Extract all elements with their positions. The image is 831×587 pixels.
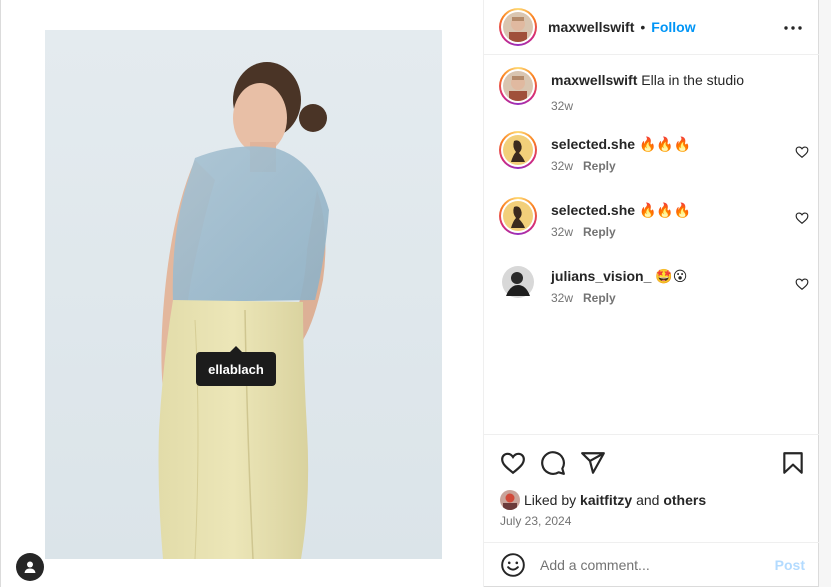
caption-avatar[interactable] bbox=[499, 67, 537, 105]
post-comment-button[interactable]: Post bbox=[775, 557, 805, 573]
comment-item: julians_vision_ 🤩😮 32w Reply bbox=[499, 263, 809, 305]
liker-avatar-image bbox=[500, 490, 520, 510]
post-actions: Liked by kaitfitzy and others July 23, 2… bbox=[484, 434, 821, 542]
user-icon bbox=[24, 561, 36, 573]
comment-text: 🤩😮 bbox=[655, 268, 688, 284]
photo-user-tag[interactable]: ellablach bbox=[196, 346, 276, 386]
comment-avatar[interactable] bbox=[499, 197, 537, 235]
comment-age: 32w bbox=[551, 159, 574, 173]
author-avatar[interactable] bbox=[499, 8, 537, 46]
comment-age: 32w bbox=[551, 225, 574, 239]
caption-username[interactable]: maxwellswift bbox=[551, 72, 637, 88]
comment-avatar-image bbox=[503, 135, 533, 165]
post-dialog: ellablach maxwellswift • Follow maxwells… bbox=[0, 0, 821, 587]
liker-username[interactable]: kaitfitzy bbox=[580, 492, 632, 508]
comment-username[interactable]: selected.she bbox=[551, 136, 635, 152]
comment-username[interactable]: selected.she bbox=[551, 202, 635, 218]
comment-composer: Add a comment... Post bbox=[484, 542, 821, 587]
header-separator: • bbox=[640, 19, 646, 35]
bookmark-icon[interactable] bbox=[780, 450, 806, 476]
more-horizontal-icon bbox=[784, 26, 802, 30]
author-avatar-image bbox=[503, 12, 533, 42]
heart-icon[interactable] bbox=[795, 277, 809, 291]
photo-user-tag-label: ellablach bbox=[208, 361, 264, 377]
send-icon[interactable] bbox=[580, 450, 606, 476]
likes-summary: Liked by kaitfitzy and others bbox=[500, 490, 706, 510]
media-panel: ellablach bbox=[1, 0, 483, 587]
caption-body: Ella in the studio bbox=[641, 72, 744, 88]
comment-item: selected.she 🔥🔥🔥 32w Reply bbox=[499, 197, 809, 239]
post-photo[interactable] bbox=[45, 30, 442, 559]
caption-age: 32w bbox=[551, 99, 574, 113]
more-options-button[interactable] bbox=[783, 18, 803, 38]
heart-icon[interactable] bbox=[795, 145, 809, 159]
caption: maxwellswift Ella in the studio 32w bbox=[499, 67, 809, 113]
reply-button[interactable]: Reply bbox=[583, 291, 616, 305]
user-tags-button[interactable] bbox=[16, 553, 44, 581]
comment-item: selected.she 🔥🔥🔥 32w Reply bbox=[499, 131, 809, 173]
comment-avatar[interactable] bbox=[499, 131, 537, 169]
likes-others[interactable]: others bbox=[663, 492, 706, 508]
emoji-icon[interactable] bbox=[500, 552, 526, 578]
caption-text: maxwellswift Ella in the studio bbox=[551, 67, 744, 89]
side-panel: maxwellswift • Follow maxwellswift Ella … bbox=[483, 0, 821, 587]
comment-avatar-image bbox=[502, 266, 534, 298]
photo-illustration bbox=[45, 30, 442, 559]
comment-avatar[interactable] bbox=[499, 263, 537, 301]
comment-text: 🔥🔥🔥 bbox=[638, 202, 692, 218]
follow-button[interactable]: Follow bbox=[651, 19, 695, 35]
likes-and: and bbox=[636, 492, 660, 508]
comment-text: 🔥🔥🔥 bbox=[638, 136, 692, 152]
comments-list: maxwellswift Ella in the studio 32w sele… bbox=[484, 56, 821, 434]
comment-bubble-icon[interactable] bbox=[540, 450, 566, 476]
post-header: maxwellswift • Follow bbox=[484, 0, 821, 55]
post-date[interactable]: July 23, 2024 bbox=[500, 514, 571, 528]
author-username[interactable]: maxwellswift bbox=[548, 19, 634, 35]
heart-icon[interactable] bbox=[500, 450, 526, 476]
scrollbar[interactable] bbox=[819, 0, 831, 587]
caption-avatar-image bbox=[503, 71, 533, 101]
heart-icon[interactable] bbox=[795, 211, 809, 225]
comment-age: 32w bbox=[551, 291, 574, 305]
likes-prefix: Liked by bbox=[524, 492, 577, 508]
liker-avatar[interactable] bbox=[500, 490, 520, 510]
comment-input[interactable]: Add a comment... bbox=[540, 557, 775, 573]
comment-username[interactable]: julians_vision_ bbox=[551, 268, 651, 284]
reply-button[interactable]: Reply bbox=[583, 225, 616, 239]
comment-avatar-image bbox=[503, 201, 533, 231]
reply-button[interactable]: Reply bbox=[583, 159, 616, 173]
